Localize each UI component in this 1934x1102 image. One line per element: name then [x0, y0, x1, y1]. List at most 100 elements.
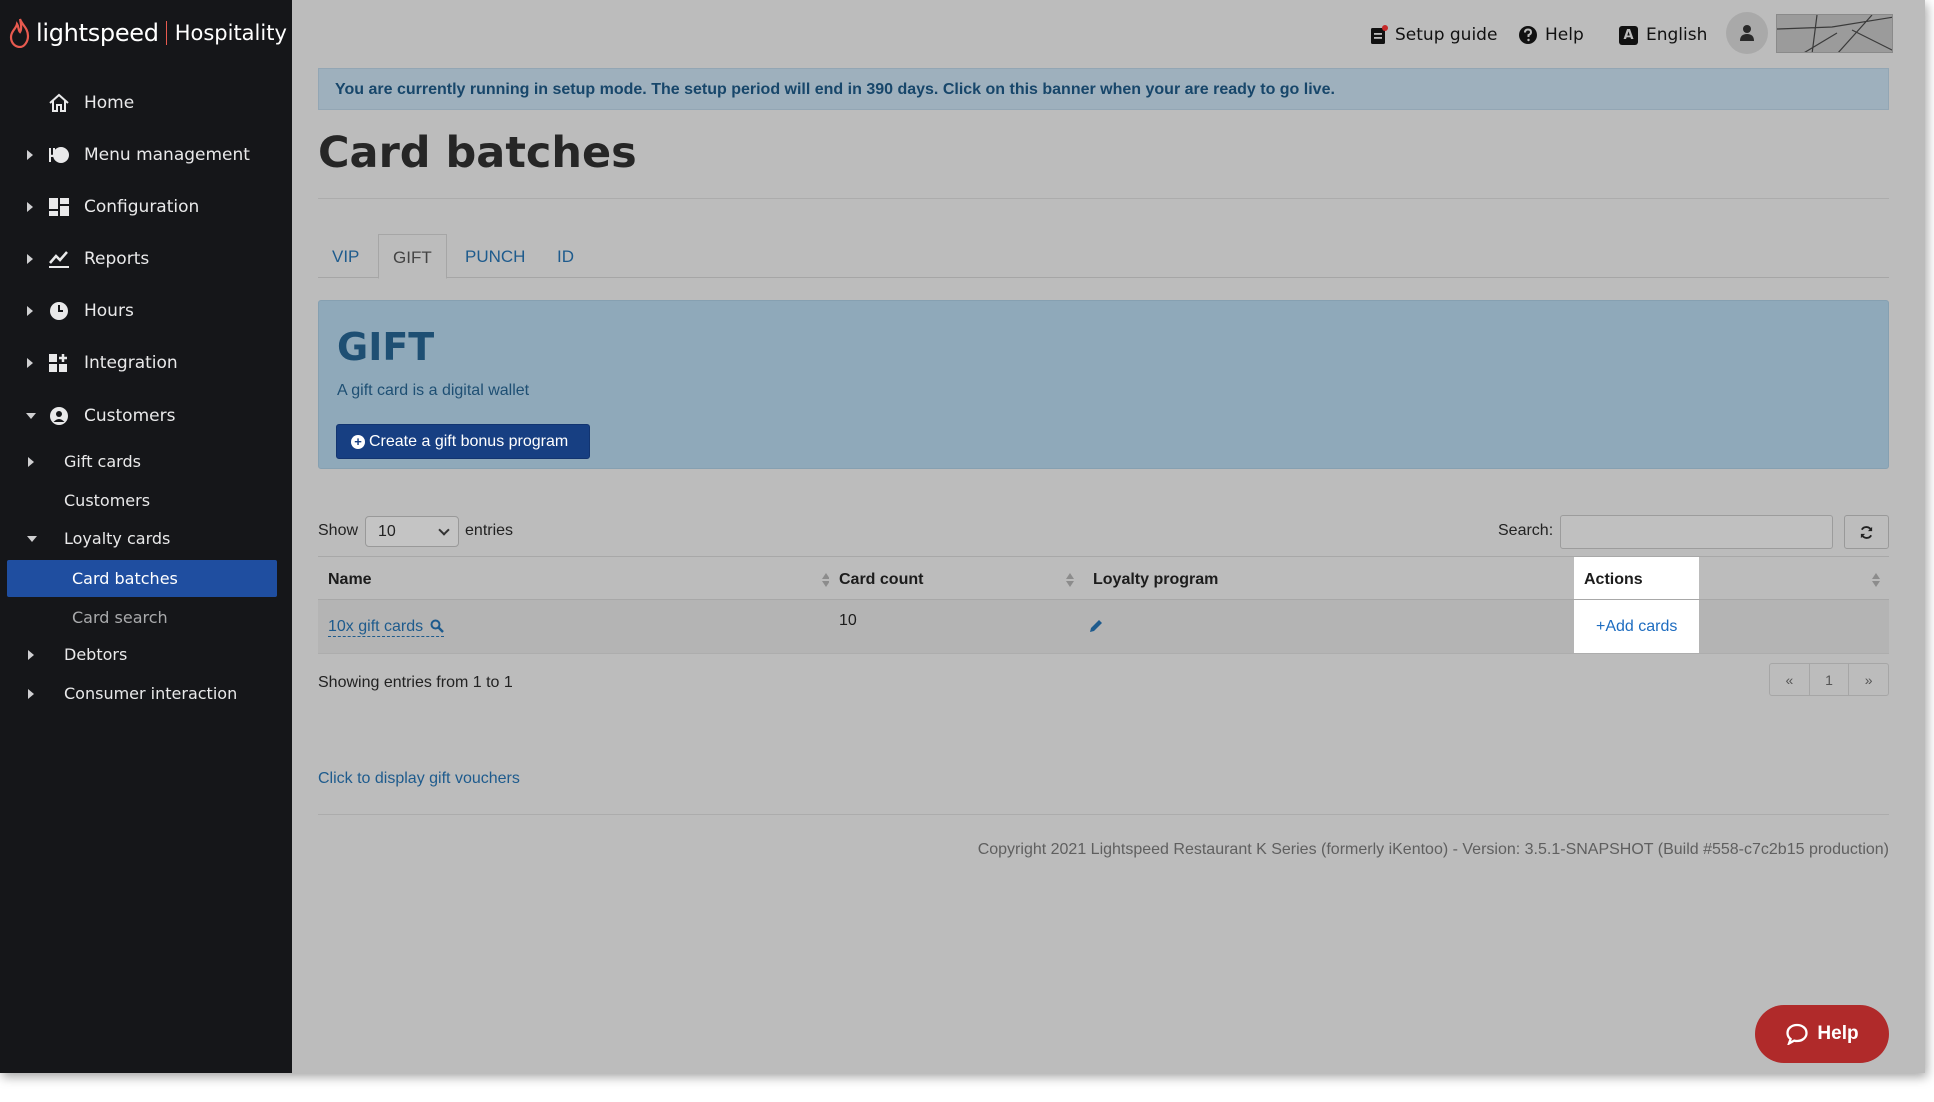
sidebar-subitem-debtors[interactable]: Debtors — [0, 637, 292, 673]
pagination: « 1 » — [1769, 663, 1889, 696]
table-cell-loyalty-program — [1083, 600, 1574, 654]
sidebar-item-label: Menu management — [84, 145, 250, 165]
edit-pencil-icon[interactable] — [1088, 618, 1104, 634]
column-header-actions-sort[interactable] — [1699, 556, 1889, 600]
create-gift-bonus-program-button[interactable]: + Create a gift bonus program — [336, 424, 590, 459]
user-icon — [1740, 25, 1754, 41]
expand-caret-icon — [27, 254, 33, 264]
sidebar: lightspeed Hospitality Home Menu managem… — [0, 0, 292, 1073]
pagination-next-button[interactable]: » — [1849, 664, 1888, 695]
column-header-label: Card count — [839, 571, 924, 588]
tab-bar: VIP GIFT PUNCH ID — [318, 234, 1889, 279]
sidebar-subitem-label: Gift cards — [64, 452, 141, 471]
brand-separator — [165, 21, 167, 45]
help-label: Help — [1545, 25, 1584, 45]
show-label: Show — [318, 522, 359, 539]
page-length-select[interactable]: 10 — [365, 515, 460, 547]
sidebar-subitem-label: Loyalty cards — [64, 529, 171, 548]
column-header-spacer — [1392, 556, 1574, 600]
table-cell-filler — [1699, 600, 1889, 654]
gift-panel-description: A gift card is a digital wallet — [337, 382, 530, 399]
top-bar: Setup guide Help A English — [292, 0, 1925, 68]
setup-mode-banner-text: You are currently running in setup mode.… — [335, 81, 1335, 98]
reports-icon — [49, 251, 69, 268]
user-menu-button[interactable] — [1726, 12, 1768, 54]
add-cards-link[interactable]: +Add cards — [1596, 618, 1677, 635]
sidebar-item-label: Configuration — [84, 197, 200, 217]
app-window: lightspeed Hospitality Home Menu managem… — [0, 0, 1925, 1073]
sidebar-item-label: Customers — [84, 406, 176, 426]
tab-punch[interactable]: PUNCH — [451, 234, 539, 278]
sidebar-subitem-label: Debtors — [64, 645, 128, 664]
display-gift-vouchers-link[interactable]: Click to display gift vouchers — [318, 770, 520, 788]
refresh-button[interactable] — [1844, 515, 1889, 549]
brand-logo[interactable]: lightspeed Hospitality — [8, 18, 287, 48]
sidebar-item-reports[interactable]: Reports — [0, 239, 292, 279]
column-header-actions[interactable]: Actions — [1574, 556, 1699, 600]
collapse-caret-icon — [27, 536, 37, 542]
sidebar-item-home[interactable]: Home — [0, 83, 292, 123]
clock-icon — [50, 302, 68, 320]
setup-guide-button[interactable]: Setup guide — [1370, 22, 1497, 48]
integration-icon — [49, 354, 67, 372]
copyright-text: Copyright 2021 Lightspeed Restaurant K S… — [977, 841, 1889, 858]
brand-name: lightspeed — [36, 19, 159, 47]
create-button-label: Create a gift bonus program — [369, 432, 569, 450]
entries-label: entries — [465, 522, 514, 539]
sidebar-item-configuration[interactable]: Configuration — [0, 187, 292, 227]
sidebar-item-integration[interactable]: Integration — [0, 343, 292, 383]
sidebar-item-label: Home — [84, 93, 135, 113]
sidebar-subitem-card-search[interactable]: Card search — [0, 599, 292, 635]
pagination-previous-button[interactable]: « — [1770, 664, 1810, 695]
table-cell-card-count: 10 — [829, 600, 1083, 654]
venue-logo-image — [1777, 15, 1892, 52]
clipboard-icon — [1371, 25, 1388, 44]
chat-bubble-icon — [1786, 1023, 1809, 1045]
sidebar-subitem-label: Card batches — [72, 569, 178, 588]
sidebar-item-customers[interactable]: Customers — [0, 396, 292, 436]
sidebar-item-hours[interactable]: Hours — [0, 291, 292, 331]
sidebar-subitem-label: Customers — [64, 491, 151, 510]
column-header-name[interactable]: Name — [318, 556, 839, 600]
sidebar-subitem-loyalty-cards[interactable]: Loyalty cards — [0, 521, 292, 557]
title-divider — [318, 198, 1889, 199]
sidebar-subitem-label: Card search — [72, 608, 168, 627]
sidebar-item-menu-management[interactable]: Menu management — [0, 135, 292, 175]
help-chat-button[interactable]: Help — [1755, 1005, 1889, 1063]
search-label: Search: — [1498, 522, 1554, 539]
venue-logo-thumbnail[interactable] — [1776, 14, 1893, 53]
setup-mode-banner[interactable]: You are currently running in setup mode.… — [318, 68, 1889, 110]
sidebar-item-label: Hours — [84, 301, 134, 321]
help-button[interactable]: Help — [1518, 22, 1584, 48]
expand-caret-icon — [28, 457, 34, 467]
chevron-down-icon — [438, 523, 450, 536]
page-title: Card batches — [318, 128, 637, 178]
search-input[interactable] — [1560, 515, 1833, 549]
expand-caret-icon — [28, 650, 34, 660]
user-circle-icon — [50, 407, 68, 425]
language-icon: A — [1619, 25, 1638, 45]
sidebar-subitem-label: Consumer interaction — [64, 684, 238, 703]
language-selector[interactable]: A English — [1619, 22, 1707, 48]
pagination-summary: Showing entries from 1 to 1 — [318, 674, 513, 691]
sidebar-item-label: Reports — [84, 249, 150, 269]
pagination-page-1[interactable]: 1 — [1810, 664, 1850, 695]
batch-name-link[interactable]: 10x gift cards — [328, 618, 444, 637]
sidebar-subitem-gift-cards[interactable]: Gift cards — [0, 444, 292, 480]
search-icon — [430, 619, 444, 633]
sidebar-subitem-consumer-interaction[interactable]: Consumer interaction — [0, 676, 292, 712]
column-header-card-count[interactable]: Card count — [829, 556, 1083, 600]
column-header-loyalty-program[interactable]: Loyalty program — [1083, 556, 1392, 600]
gift-info-panel: GIFT A gift card is a digital wallet + C… — [318, 300, 1889, 469]
tab-vip[interactable]: VIP — [318, 234, 373, 278]
expand-caret-icon — [27, 306, 33, 316]
sidebar-subitem-customers[interactable]: Customers — [0, 483, 292, 519]
tab-gift[interactable]: GIFT — [378, 234, 447, 279]
tab-id[interactable]: ID — [543, 234, 588, 278]
collapse-caret-icon — [26, 413, 36, 419]
column-header-label: Name — [328, 571, 372, 588]
sidebar-subitem-card-batches[interactable]: Card batches — [7, 560, 277, 597]
configuration-icon — [49, 198, 69, 216]
plus-circle-icon: + — [351, 434, 365, 449]
menu-management-icon — [49, 147, 69, 163]
